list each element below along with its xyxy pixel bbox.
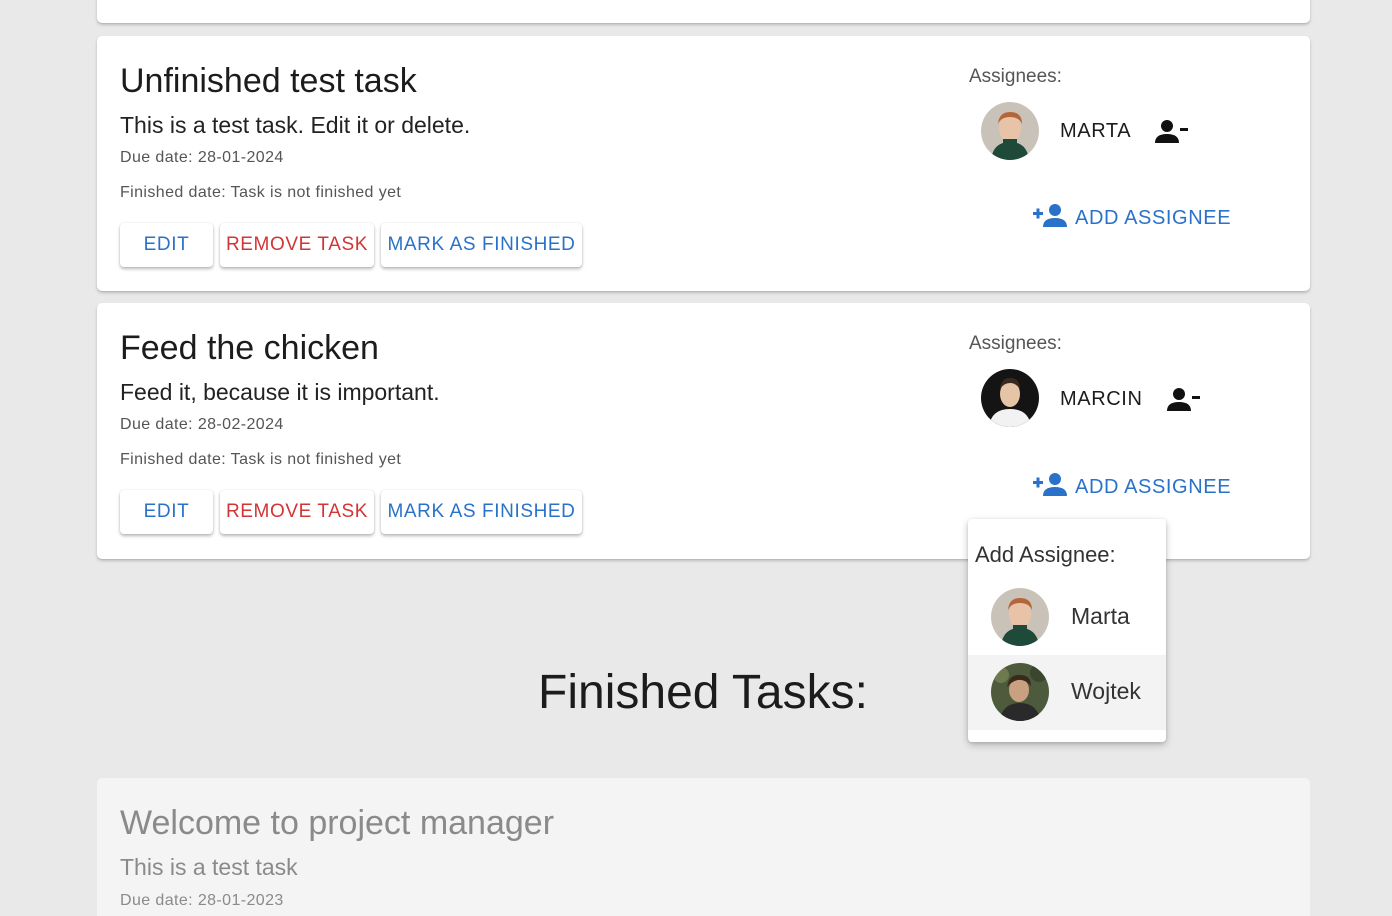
add-assignee-label: ADD ASSIGNEE — [1075, 206, 1232, 229]
mark-as-finished-button[interactable]: MARK AS FINISHED — [381, 223, 582, 267]
person-remove-icon[interactable] — [1155, 118, 1189, 149]
task-description: This is a test task. Edit it or delete. — [120, 112, 471, 138]
task-description: This is a test task — [120, 854, 298, 880]
assignee-name: MARCIN — [1060, 388, 1143, 410]
assignee-name: MARTA — [1060, 120, 1132, 142]
assignee-option-wojtek[interactable]: Wojtek — [968, 655, 1166, 730]
assignee-option-name: Marta — [1071, 603, 1130, 629]
avatar — [991, 588, 1049, 646]
add-assignee-button[interactable]: ADD ASSIGNEE — [1033, 471, 1231, 503]
finished-task-card: Welcome to project manager This is a tes… — [97, 778, 1310, 916]
mark-as-finished-button[interactable]: MARK AS FINISHED — [381, 490, 582, 534]
previous-task-card — [97, 0, 1310, 23]
avatar — [991, 663, 1049, 721]
assignee-option-marta[interactable]: Marta — [968, 580, 1166, 655]
task-finished-date: Finished date: Task is not finished yet — [120, 451, 402, 468]
finished-tasks-heading: Finished Tasks: — [538, 666, 868, 719]
task-finished-date: Finished date: Task is not finished yet — [120, 184, 402, 201]
avatar — [981, 102, 1039, 160]
edit-button[interactable]: EDIT — [120, 223, 213, 267]
remove-task-button[interactable]: REMOVE TASK — [220, 490, 374, 534]
task-title: Welcome to project manager — [120, 804, 555, 842]
popup-title: Add Assignee: — [975, 542, 1116, 567]
add-assignee-button[interactable]: ADD ASSIGNEE — [1033, 202, 1231, 234]
person-remove-icon[interactable] — [1167, 386, 1201, 417]
remove-task-button[interactable]: REMOVE TASK — [220, 223, 374, 267]
task-due-date: Due date: 28-01-2024 — [120, 149, 284, 166]
person-add-icon — [1033, 471, 1067, 503]
assignees-label: Assignees: — [969, 66, 1062, 87]
add-assignee-popup: Add Assignee: Marta Wojtek — [968, 519, 1166, 742]
task-due-date: Due date: 28-01-2023 — [120, 892, 284, 909]
edit-button[interactable]: EDIT — [120, 490, 213, 534]
task-title: Feed the chicken — [120, 329, 379, 367]
task-title: Unfinished test task — [120, 62, 417, 100]
person-add-icon — [1033, 202, 1067, 234]
avatar — [981, 369, 1039, 427]
add-assignee-label: ADD ASSIGNEE — [1075, 475, 1232, 498]
assignees-label: Assignees: — [969, 333, 1062, 354]
task-description: Feed it, because it is important. — [120, 379, 440, 405]
task-due-date: Due date: 28-02-2024 — [120, 416, 284, 433]
task-card: Unfinished test task This is a test task… — [97, 36, 1310, 291]
assignee-option-name: Wojtek — [1071, 678, 1141, 704]
